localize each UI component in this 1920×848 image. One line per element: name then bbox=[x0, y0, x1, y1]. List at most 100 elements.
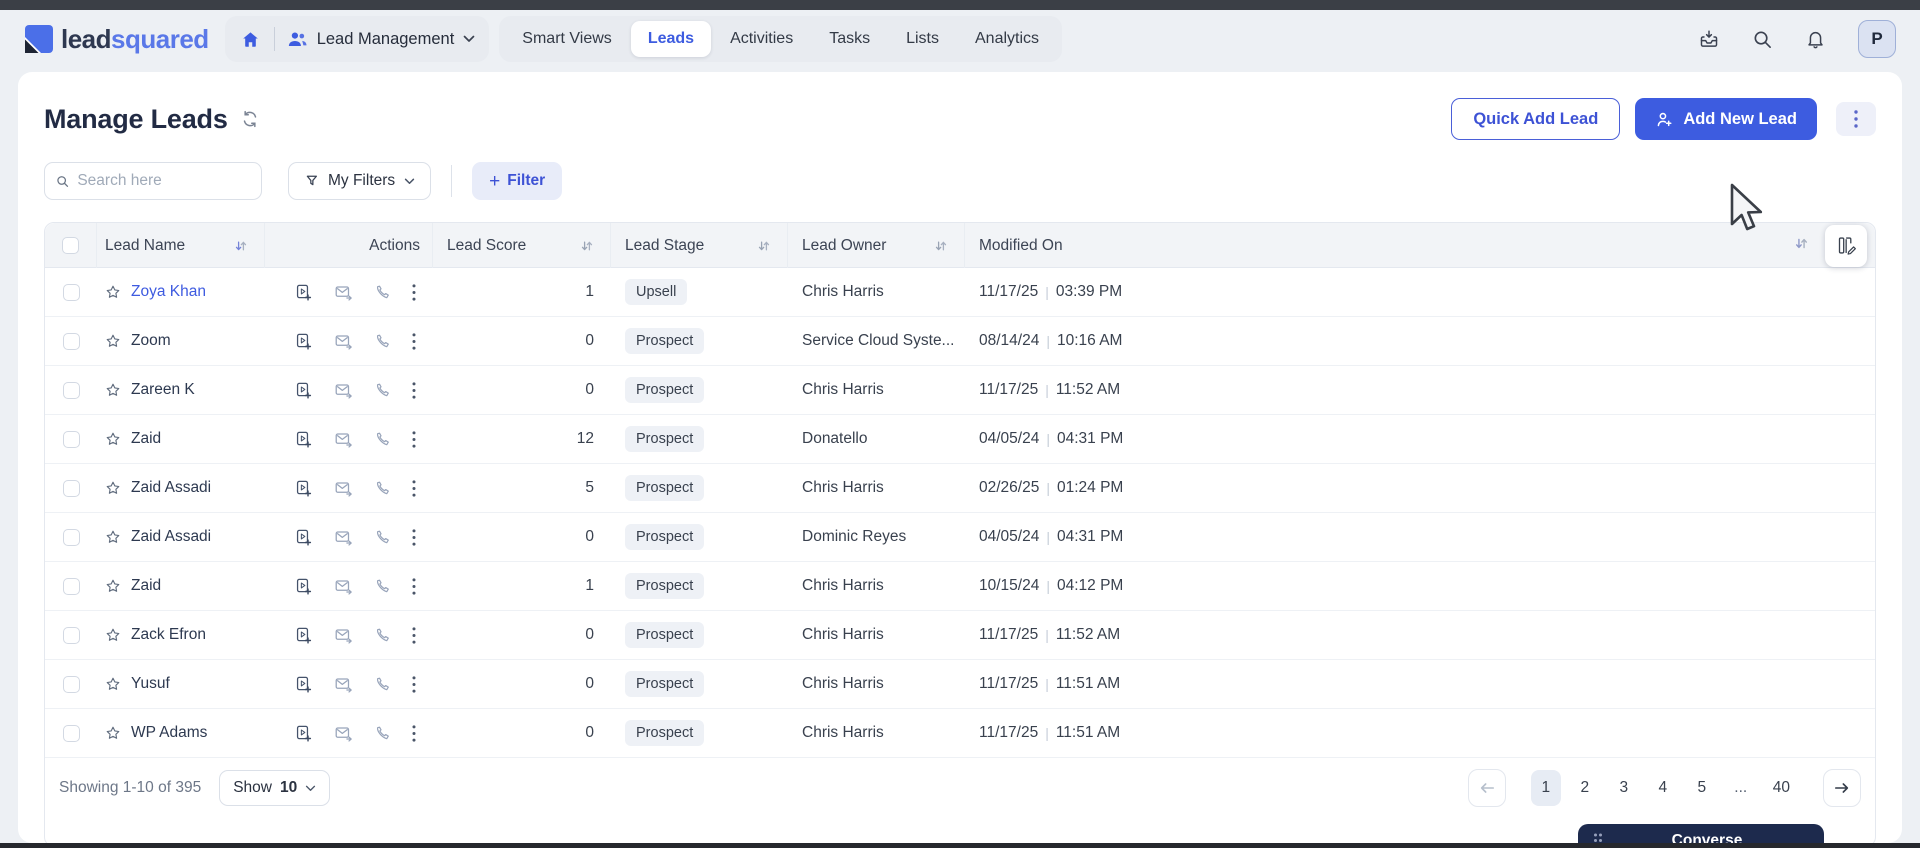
star-icon[interactable] bbox=[105, 284, 121, 300]
star-icon[interactable] bbox=[105, 676, 121, 692]
star-icon[interactable] bbox=[105, 382, 121, 398]
tab-tasks[interactable]: Tasks bbox=[812, 21, 887, 57]
col-header-modified-on[interactable]: Modified On bbox=[965, 223, 1875, 268]
lead-name-link[interactable]: WP Adams bbox=[131, 724, 207, 742]
row-more-icon[interactable] bbox=[412, 724, 416, 742]
star-icon[interactable] bbox=[105, 529, 121, 545]
send-email-icon[interactable] bbox=[334, 528, 353, 547]
call-phone-icon[interactable] bbox=[374, 529, 391, 546]
my-filters-button[interactable]: My Filters bbox=[288, 162, 432, 200]
send-email-icon[interactable] bbox=[334, 724, 353, 743]
star-icon[interactable] bbox=[105, 431, 121, 447]
add-activity-icon[interactable] bbox=[294, 283, 313, 302]
row-checkbox[interactable] bbox=[62, 724, 80, 742]
search-icon[interactable] bbox=[1752, 29, 1773, 50]
sort-icon[interactable] bbox=[234, 239, 248, 253]
row-more-icon[interactable] bbox=[412, 479, 416, 497]
call-phone-icon[interactable] bbox=[374, 480, 391, 497]
refresh-icon[interactable] bbox=[240, 109, 260, 129]
send-email-icon[interactable] bbox=[334, 332, 353, 351]
row-checkbox[interactable] bbox=[62, 577, 80, 595]
add-activity-icon[interactable] bbox=[294, 479, 313, 498]
sort-icon[interactable] bbox=[757, 239, 771, 253]
col-header-lead-owner[interactable]: Lead Owner bbox=[788, 223, 965, 268]
row-checkbox[interactable] bbox=[62, 626, 80, 644]
add-activity-icon[interactable] bbox=[294, 577, 313, 596]
row-more-icon[interactable] bbox=[412, 332, 416, 350]
tab-leads[interactable]: Leads bbox=[630, 21, 712, 57]
send-email-icon[interactable] bbox=[334, 430, 353, 449]
row-more-icon[interactable] bbox=[412, 577, 416, 595]
send-email-icon[interactable] bbox=[334, 626, 353, 645]
next-page-icon[interactable] bbox=[1823, 769, 1861, 807]
lead-name-link[interactable]: Zareen K bbox=[131, 381, 195, 399]
row-more-icon[interactable] bbox=[412, 430, 416, 448]
col-header-lead-score[interactable]: Lead Score bbox=[433, 223, 611, 268]
page-2[interactable]: 2 bbox=[1570, 770, 1600, 806]
add-new-lead-button[interactable]: Add New Lead bbox=[1635, 98, 1817, 140]
lead-name-link[interactable]: Zaid bbox=[131, 577, 161, 595]
sort-icon[interactable] bbox=[1794, 236, 1809, 256]
brand-logo[interactable]: leadsquared bbox=[24, 24, 209, 55]
call-phone-icon[interactable] bbox=[374, 431, 391, 448]
call-phone-icon[interactable] bbox=[374, 725, 391, 742]
bell-icon[interactable] bbox=[1805, 28, 1826, 50]
star-icon[interactable] bbox=[105, 725, 121, 741]
add-activity-icon[interactable] bbox=[294, 724, 313, 743]
star-icon[interactable] bbox=[105, 333, 121, 349]
send-email-icon[interactable] bbox=[334, 381, 353, 400]
col-header-lead-name[interactable]: Lead Name bbox=[97, 223, 265, 268]
send-email-icon[interactable] bbox=[334, 577, 353, 596]
row-more-icon[interactable] bbox=[412, 381, 416, 399]
send-email-icon[interactable] bbox=[334, 479, 353, 498]
tab-analytics[interactable]: Analytics bbox=[958, 21, 1056, 57]
row-checkbox[interactable] bbox=[62, 381, 80, 399]
sort-icon[interactable] bbox=[934, 239, 948, 253]
more-options-icon[interactable] bbox=[1836, 102, 1876, 136]
call-phone-icon[interactable] bbox=[374, 333, 391, 350]
star-icon[interactable] bbox=[105, 480, 121, 496]
lead-name-link[interactable]: Zoom bbox=[131, 332, 171, 350]
page-3[interactable]: 3 bbox=[1609, 770, 1639, 806]
edit-columns-icon[interactable] bbox=[1825, 224, 1867, 267]
lead-name-link[interactable]: Zack Efron bbox=[131, 626, 206, 644]
call-phone-icon[interactable] bbox=[374, 382, 391, 399]
row-checkbox[interactable] bbox=[62, 430, 80, 448]
sort-icon[interactable] bbox=[580, 239, 594, 253]
add-activity-icon[interactable] bbox=[294, 675, 313, 694]
call-phone-icon[interactable] bbox=[374, 284, 391, 301]
send-email-icon[interactable] bbox=[334, 283, 353, 302]
select-all-checkbox[interactable] bbox=[62, 237, 79, 254]
lead-name-link[interactable]: Zaid Assadi bbox=[131, 528, 211, 546]
lead-name-link[interactable]: Zaid bbox=[131, 430, 161, 448]
lead-name-link[interactable]: Zoya Khan bbox=[131, 283, 206, 301]
add-filter-button[interactable]: + Filter bbox=[472, 162, 563, 200]
call-phone-icon[interactable] bbox=[374, 676, 391, 693]
row-more-icon[interactable] bbox=[412, 528, 416, 546]
add-activity-icon[interactable] bbox=[294, 430, 313, 449]
row-checkbox[interactable] bbox=[62, 332, 80, 350]
row-more-icon[interactable] bbox=[412, 675, 416, 693]
page-40[interactable]: 40 bbox=[1765, 770, 1798, 806]
tab-smart-views[interactable]: Smart Views bbox=[505, 21, 629, 57]
star-icon[interactable] bbox=[105, 578, 121, 594]
tab-lists[interactable]: Lists bbox=[889, 21, 956, 57]
page-4[interactable]: 4 bbox=[1648, 770, 1678, 806]
quick-add-lead-button[interactable]: Quick Add Lead bbox=[1451, 98, 1621, 140]
page-1[interactable]: 1 bbox=[1530, 770, 1561, 806]
page-size-select[interactable]: Show 10 bbox=[219, 770, 331, 806]
send-email-icon[interactable] bbox=[334, 675, 353, 694]
lead-name-link[interactable]: Yusuf bbox=[131, 675, 170, 693]
add-activity-icon[interactable] bbox=[294, 381, 313, 400]
add-activity-icon[interactable] bbox=[294, 528, 313, 547]
prev-page-icon[interactable] bbox=[1467, 769, 1506, 807]
star-icon[interactable] bbox=[105, 627, 121, 643]
inbox-download-icon[interactable] bbox=[1698, 28, 1720, 50]
lead-name-link[interactable]: Zaid Assadi bbox=[131, 479, 211, 497]
row-checkbox[interactable] bbox=[62, 528, 80, 546]
avatar[interactable]: P bbox=[1858, 20, 1896, 58]
tab-activities[interactable]: Activities bbox=[713, 21, 810, 57]
call-phone-icon[interactable] bbox=[374, 578, 391, 595]
add-activity-icon[interactable] bbox=[294, 626, 313, 645]
search-input[interactable] bbox=[77, 172, 250, 190]
